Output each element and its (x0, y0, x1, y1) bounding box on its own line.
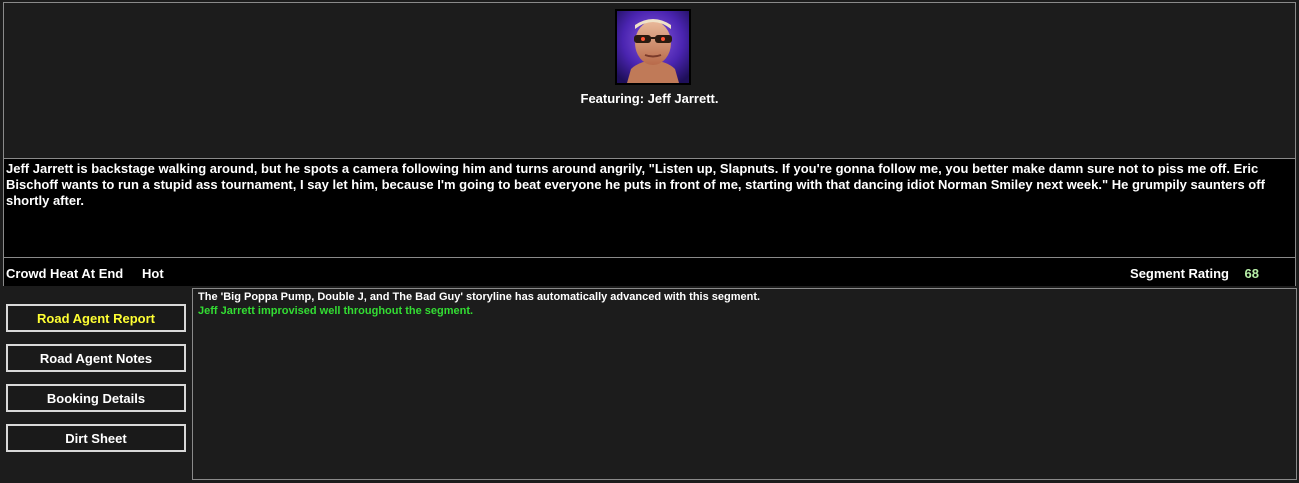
road-agent-notes-button[interactable]: Road Agent Notes (6, 344, 186, 372)
road-agent-report-button[interactable]: Road Agent Report (6, 304, 186, 332)
report-line-storyline: The 'Big Poppa Pump, Double J, and The B… (198, 291, 761, 303)
booking-details-button[interactable]: Booking Details (6, 384, 186, 412)
crowd-heat-label: Crowd Heat At End (6, 266, 124, 281)
segment-stats-row: Crowd Heat At End Hot Segment Rating 68 (4, 259, 1295, 286)
segment-story-text: Jeff Jarrett is backstage walking around… (4, 159, 1295, 258)
wrestler-portrait (615, 9, 691, 85)
wrestler-portrait-image (617, 11, 689, 83)
segment-rating-value: 68 (1244, 266, 1259, 281)
segment-header: Featuring: Jeff Jarrett. (4, 3, 1295, 159)
report-line-performance: Jeff Jarrett improvised well throughout … (198, 305, 474, 317)
crowd-heat-value: Hot (142, 266, 164, 281)
segment-rating-label: Segment Rating (1130, 266, 1229, 281)
featuring-label: Featuring: Jeff Jarrett. (580, 91, 719, 106)
segment-panel: Featuring: Jeff Jarrett. Jeff Jarrett is… (3, 2, 1296, 286)
dirt-sheet-button[interactable]: Dirt Sheet (6, 424, 186, 452)
road-agent-report-panel: The 'Big Poppa Pump, Double J, and The B… (192, 288, 1297, 480)
